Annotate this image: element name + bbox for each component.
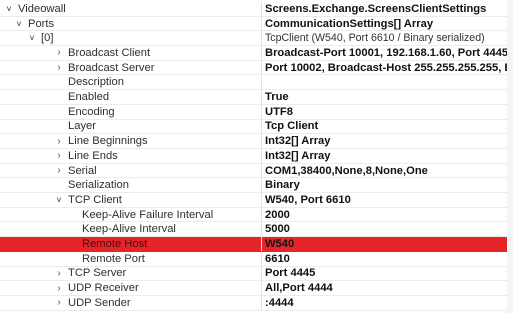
property-row[interactable]: › Serial COM1,38400,None,8,None,One [0, 163, 513, 179]
property-value[interactable] [262, 76, 513, 90]
property-name-cell[interactable]: ˅ Videowall [0, 2, 262, 16]
property-name-cell[interactable]: ›Layer [0, 119, 262, 134]
property-value[interactable]: CommunicationSettings[] Array [262, 17, 513, 31]
chevron-right-icon[interactable]: › [54, 150, 64, 161]
property-name: Enabled [68, 91, 110, 104]
property-value[interactable]: COM1,38400,None,8,None,One [262, 164, 513, 178]
property-value[interactable]: True [262, 90, 513, 104]
property-value[interactable]: Binary [262, 178, 513, 192]
property-name-cell[interactable]: ›Encoding [0, 104, 262, 119]
property-row[interactable]: ›Remote HostW540 [0, 237, 513, 252]
property-row[interactable]: › Line Beginnings Int32[] Array [0, 134, 513, 149]
chevron-right-icon[interactable]: › [54, 136, 64, 147]
property-value[interactable]: Broadcast-Port 10001, 192.168.1.60, Port… [262, 46, 513, 60]
chevron-right-icon[interactable]: › [54, 47, 64, 58]
property-name: Keep-Alive Interval [82, 223, 176, 236]
property-row[interactable]: ›SerializationBinary [0, 178, 513, 194]
property-row[interactable]: ˅ TCP Client W540, Port 6610 [0, 193, 513, 208]
property-value[interactable]: :4444 [262, 296, 513, 310]
property-name-cell[interactable]: › Line Ends [0, 149, 262, 163]
chevron-down-icon[interactable]: ˅ [54, 195, 64, 205]
property-name: Broadcast Client [68, 46, 151, 59]
chevron-right-icon[interactable]: › [54, 268, 64, 279]
property-row[interactable]: ›Keep-Alive Interval5000 [0, 222, 513, 238]
property-row[interactable]: ›Keep-Alive Failure Interval2000 [0, 207, 513, 223]
property-name-cell[interactable]: › Serial [0, 163, 262, 178]
property-value[interactable]: W540 [262, 237, 513, 251]
property-row[interactable]: › Broadcast Client Broadcast-Port 10001, 1… [0, 46, 513, 61]
property-name-cell[interactable]: ›Keep-Alive Interval [0, 222, 262, 237]
chevron-right-icon[interactable]: › [54, 165, 64, 176]
property-name: Broadcast Server [68, 61, 155, 74]
property-row[interactable]: ›LayerTcp Client [0, 119, 513, 135]
property-name: Remote Host [82, 238, 148, 251]
property-name-cell[interactable]: ˅ TCP Client [0, 193, 262, 207]
property-name: Remote Port [82, 252, 145, 265]
property-name-cell[interactable]: › UDP Receiver [0, 281, 262, 295]
property-name-cell[interactable]: ˅ Ports [0, 16, 262, 31]
property-name-cell[interactable]: ›Serialization [0, 178, 262, 193]
property-row[interactable]: › UDP Sender :4444 [0, 296, 513, 311]
property-row[interactable]: ˅ Ports CommunicationSettings[] Array [0, 16, 513, 32]
property-name: Videowall [18, 2, 66, 15]
property-name-cell[interactable]: ˅ [0] [0, 31, 262, 46]
property-value[interactable]: W540, Port 6610 [262, 193, 513, 207]
property-name: TCP Client [68, 193, 122, 206]
property-value[interactable]: All,Port 4444 [262, 281, 513, 295]
property-value[interactable]: 5000 [262, 223, 513, 237]
vertical-scrollbar[interactable] [507, 0, 513, 313]
property-name: Ports [28, 17, 55, 30]
property-name: Layer [68, 120, 96, 133]
property-name-cell[interactable]: › UDP Sender [0, 296, 262, 310]
property-row[interactable]: ˅ Videowall Screens.Exchange.ScreensClient… [0, 2, 513, 17]
chevron-right-icon[interactable]: › [54, 62, 64, 73]
chevron-right-icon[interactable]: › [54, 297, 64, 308]
property-name: Serialization [68, 179, 129, 192]
property-name-cell[interactable]: ›Enabled [0, 90, 262, 104]
property-value[interactable]: Int32[] Array [262, 134, 513, 148]
property-value[interactable]: 2000 [262, 208, 513, 222]
property-row[interactable]: › Broadcast Server Port 10002, Broadcast-H… [0, 60, 513, 76]
chevron-right-icon[interactable]: › [54, 283, 64, 294]
property-row[interactable]: ›Description [0, 75, 513, 91]
property-name-cell[interactable]: ›Keep-Alive Failure Interval [0, 207, 262, 222]
property-name-cell[interactable]: › TCP Server [0, 266, 262, 281]
property-name: Description [68, 76, 124, 89]
property-grid: ˅ Videowall Screens.Exchange.ScreensClient… [0, 0, 513, 313]
property-name: Line Ends [68, 149, 118, 162]
property-value[interactable]: Port 4445 [262, 267, 513, 281]
property-value[interactable]: Screens.Exchange.ScreensClientSettings [262, 2, 513, 16]
property-row[interactable]: ›EnabledTrue [0, 90, 513, 105]
chevron-down-icon[interactable]: ˅ [14, 19, 24, 29]
property-name: UDP Receiver [68, 282, 139, 295]
property-value[interactable]: 6610 [262, 252, 513, 266]
chevron-down-icon[interactable]: ˅ [27, 33, 37, 43]
property-name: Line Beginnings [68, 135, 148, 148]
property-name: TCP Server [68, 267, 127, 280]
property-name: Serial [68, 164, 97, 177]
property-value[interactable]: TcpClient (W540, Port 6610 / Binary seri… [262, 31, 513, 45]
property-name: Keep-Alive Failure Interval [82, 208, 214, 221]
property-name-cell[interactable]: ›Remote Host [0, 237, 262, 251]
property-value[interactable]: UTF8 [262, 105, 513, 119]
property-name: Encoding [68, 105, 115, 118]
property-row[interactable]: ›Remote Port6610 [0, 251, 513, 267]
chevron-down-icon[interactable]: ˅ [4, 4, 14, 14]
property-value[interactable]: Int32[] Array [262, 149, 513, 163]
property-row[interactable]: › TCP Server Port 4445 [0, 266, 513, 282]
property-name: UDP Sender [68, 296, 131, 309]
property-row[interactable]: ›EncodingUTF8 [0, 104, 513, 120]
property-value[interactable]: Tcp Client [262, 120, 513, 134]
property-row[interactable]: ˅ [0] TcpClient (W540, Port 6610 / Binary … [0, 31, 513, 47]
property-row[interactable]: › UDP Receiver All,Port 4444 [0, 281, 513, 296]
property-name: [0] [41, 32, 54, 45]
property-value[interactable]: Port 10002, Broadcast-Host 255.255.255.2… [262, 61, 513, 75]
property-row[interactable]: › Line Ends Int32[] Array [0, 149, 513, 164]
property-name-cell[interactable]: › Line Beginnings [0, 134, 262, 148]
property-name-cell[interactable]: ›Remote Port [0, 251, 262, 266]
property-name-cell[interactable]: › Broadcast Server [0, 60, 262, 75]
property-name-cell[interactable]: ›Description [0, 75, 262, 90]
property-name-cell[interactable]: › Broadcast Client [0, 46, 262, 60]
